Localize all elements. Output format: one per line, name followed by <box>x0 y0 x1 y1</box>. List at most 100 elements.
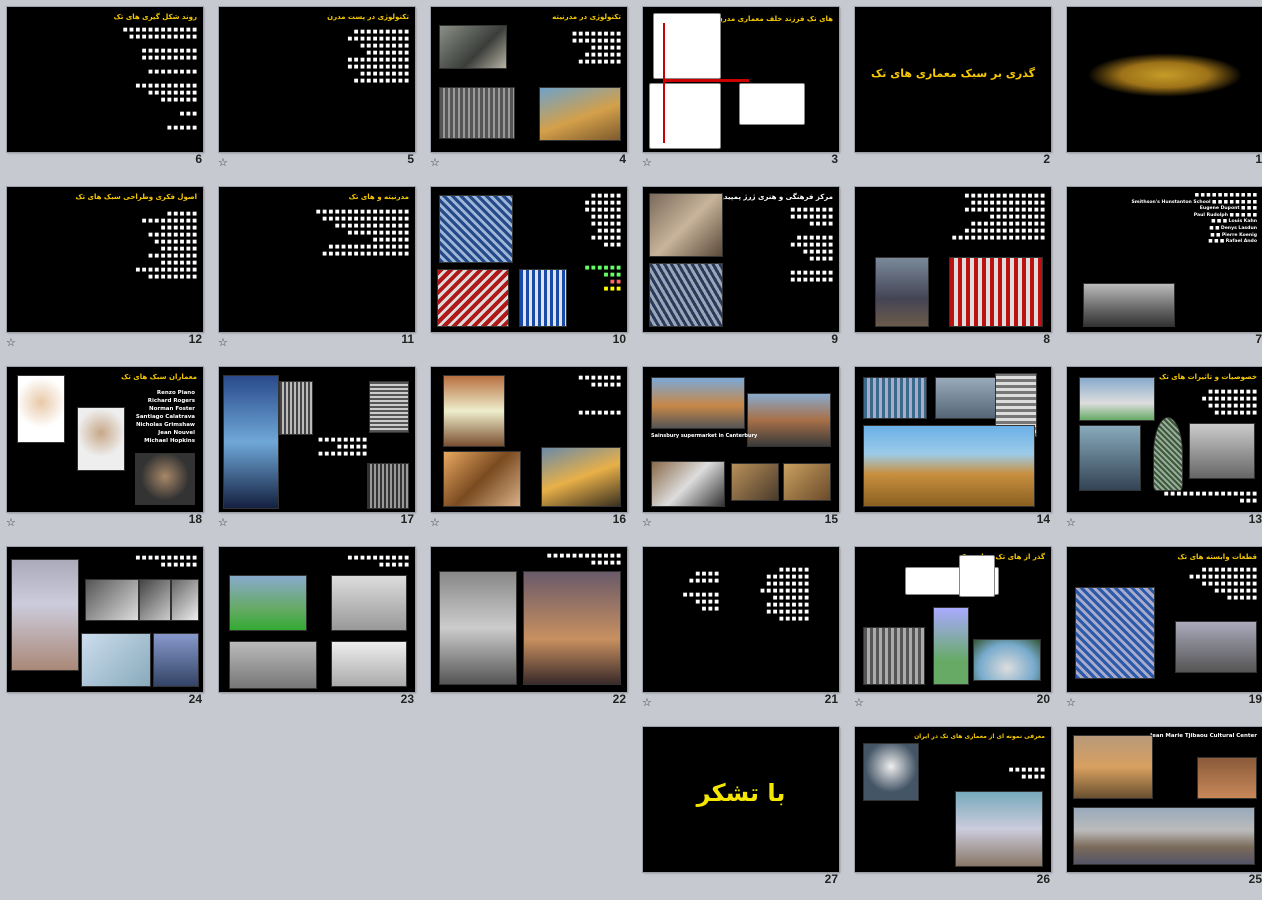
slide-cell-20[interactable]: گذر از های تک به لیت تک ☆ 20 <box>848 540 1060 720</box>
slide-cell-18[interactable]: معماران سبک های تک Renzo Piano Richard R… <box>0 360 212 540</box>
transition-star-icon[interactable]: ☆ <box>1066 516 1076 529</box>
slide-cell-2[interactable]: گذری بر سبک معماری های تک 2 <box>848 0 1060 180</box>
slide-cell-27[interactable]: با تشکر 27 <box>636 720 848 900</box>
slide-cell-4[interactable]: تکنولوژی در مدرنیته ■ ■ ■ ■ ■ ■ ■ ■ ■ ■ ■… <box>424 0 636 180</box>
slide-thumbnail[interactable]: تکنولوژی در مدرنیته ■ ■ ■ ■ ■ ■ ■ ■ ■ ■ ■… <box>431 7 627 152</box>
transition-star-icon[interactable]: ☆ <box>854 696 864 709</box>
slide-cell-10[interactable]: ■ ■ ■ ■ ■ ■ ■ ■ ■ ■ ■ ■ ■ ■ ■ ■ ■ ■ ■ ■ ■ ■… <box>424 180 636 360</box>
cultural-center-photo <box>1073 735 1153 799</box>
transition-star-icon[interactable]: ☆ <box>218 336 228 349</box>
slide-cell-14[interactable]: 14 <box>848 360 1060 540</box>
slide-cell-19[interactable]: قطعات وابسته های تک ■ ■ ■ ■ ■ ■ ■ ■ ■ ■ ■… <box>1060 540 1262 720</box>
gherkin-photo <box>1153 417 1183 491</box>
slide-cell-25[interactable]: Jean Marie Tjibaou Cultural Center 25 <box>1060 720 1262 900</box>
slide-title: مدرنیته و های تک <box>348 193 409 201</box>
transition-star-icon[interactable]: ☆ <box>642 696 652 709</box>
slide-thumbnail[interactable]: خصوصیات و تاثیرات های تک ■ ■ ■ ■ ■ ■ ■ ■… <box>1067 367 1262 512</box>
interior-photo <box>731 463 779 501</box>
slide-cell-24[interactable]: ■ ■ ■ ■ ■ ■ ■ ■ ■ ■ ■ ■ ■ ■ ■ ■ 24 <box>0 540 212 720</box>
diagram-arrow <box>663 79 749 82</box>
slide-number: 22 <box>612 692 626 706</box>
slide-thumbnail[interactable]: تکنولوژی در پست مدرن ■ ■ ■ ■ ■ ■ ■ ■ ■ ■ … <box>219 7 415 152</box>
slide-text: ■ ■ ■ ■ ■ ■ ■ ■ ■ ■ ■ ■ ■ ■ ■ ■ ■ ■ ■ <box>578 375 621 416</box>
tower-photo <box>955 791 1043 867</box>
slide-cell-22[interactable]: ■ ■ ■ ■ ■ ■ ■ ■ ■ ■ ■ ■ ■ ■ ■ ■ ■ 22 <box>424 540 636 720</box>
transition-star-icon[interactable]: ☆ <box>430 156 440 169</box>
transition-star-icon[interactable]: ☆ <box>1066 696 1076 709</box>
calligraphy-image <box>1087 53 1243 97</box>
slide-cell-6[interactable]: روند شکل گیری های تک ■ ■ ■ ■ ■ ■ ■ ■ ■ ■… <box>0 0 212 180</box>
slide-thumbnail[interactable]: معرفی نمونه ای از معماری های تک در ایران… <box>855 727 1051 872</box>
photo-caption: Sainsbury supermarket in Canterbury <box>651 433 758 439</box>
slide-thumbnail[interactable]: Sainsbury supermarket in Canterbury <box>643 367 839 512</box>
slide-thumbnail[interactable]: ■ ■ ■ ■ ■ ■ ■ ■ ■ ■ ■ ■ ■ ■ ■ ■ ■ ■ ■ <box>431 367 627 512</box>
slide-cell-17[interactable]: ■ ■ ■ ■ ■ ■ ■ ■ ■ ■ ■ ■ ■ ■ ■ ■ ■ ■ ■ ■ ■ … <box>212 360 424 540</box>
slide-thumbnail[interactable]: ■ ■ ■ ■ ■ ■ ■ ■ ■ ■ ■ ■ ■ ■ ■ ■ ■ <box>431 547 627 692</box>
transition-star-icon[interactable]: ☆ <box>430 516 440 529</box>
slide-number: 15 <box>824 512 838 526</box>
interior-photo <box>651 461 725 507</box>
interior-photo <box>443 451 521 507</box>
slide-number: 12 <box>188 332 202 346</box>
slide-cell-11[interactable]: مدرنیته و های تک ■ ■ ■ ■ ■ ■ ■ ■ ■ ■ ■ ■… <box>212 180 424 360</box>
slide-thumbnail[interactable] <box>1067 7 1262 152</box>
slide-number: 5 <box>407 152 414 166</box>
slide-thumbnail[interactable]: ■ ■ ■ ■ ■ ■ ■ ■ ■ ■ ■ ■ ■ ■ ■ ■ ■ ■ ■ ■ ■ ■… <box>431 187 627 332</box>
transition-star-icon[interactable]: ☆ <box>218 516 228 529</box>
cultural-center-photo <box>1073 807 1255 865</box>
transition-star-icon[interactable]: ☆ <box>6 516 16 529</box>
slide-thumbnail[interactable]: های تک فرزند خلف معماری مدرن <box>643 7 839 152</box>
slide-cell-7[interactable]: ■ ■ ■ ■ ■ ■ ■ ■ ■ ■ ■ ■ ■ ■ ■ ■ ■ ■ ■ Smi… <box>1060 180 1262 360</box>
slide-cell-9[interactable]: مرکز فرهنگی و هنری ژرژ پمپیدو ■ ■ ■ ■ ■ … <box>636 180 848 360</box>
slide-number: 13 <box>1248 512 1262 526</box>
slide-thumbnail[interactable]: ■ ■ ■ ■ ■ ■ ■ ■ ■ ■ ■ ■ ■ ■ ■ ■ <box>7 547 203 692</box>
slide-cell-5[interactable]: تکنولوژی در پست مدرن ■ ■ ■ ■ ■ ■ ■ ■ ■ ■ … <box>212 0 424 180</box>
structure-photo <box>1175 621 1257 673</box>
drawing-photo <box>331 641 407 687</box>
slide-thumbnail[interactable]: ■ ■ ■ ■ ■ ■ ■ ■ ■ ■ ■ ■ ■ ■ ■ ■ ■ ■ ■ ■ ■ ■… <box>643 547 839 692</box>
slide-thumbnail[interactable] <box>855 367 1051 512</box>
slide-thumbnail[interactable]: ■ ■ ■ ■ ■ ■ ■ ■ ■ ■ ■ ■ ■ ■ ■ ■ ■ ■ ■ ■ ■ <box>219 367 415 512</box>
slide-cell-12[interactable]: اصول فکری وطراحی سبک های تک ■ ■ ■ ■ ■ ■ ■… <box>0 180 212 360</box>
slide-thumbnail[interactable]: روند شکل گیری های تک ■ ■ ■ ■ ■ ■ ■ ■ ■ ■… <box>7 7 203 152</box>
tower-photo <box>439 571 517 685</box>
slide-thumbnail[interactable]: گذری بر سبک معماری های تک <box>855 7 1051 152</box>
transition-star-icon[interactable]: ☆ <box>218 156 228 169</box>
slide-thumbnail[interactable]: Jean Marie Tjibaou Cultural Center <box>1067 727 1262 872</box>
slide-thumbnail[interactable]: با تشکر <box>643 727 839 872</box>
slide-cell-16[interactable]: ■ ■ ■ ■ ■ ■ ■ ■ ■ ■ ■ ■ ■ ■ ■ ■ ■ ■ ■ ☆ 16 <box>424 360 636 540</box>
structure-photo <box>229 575 307 631</box>
slide-cell-23[interactable]: ■ ■ ■ ■ ■ ■ ■ ■ ■ ■ ■ ■ ■ ■ ■ 23 <box>212 540 424 720</box>
transition-star-icon[interactable]: ☆ <box>642 156 652 169</box>
pompidou-photo <box>519 269 567 327</box>
transition-star-icon[interactable]: ☆ <box>642 516 652 529</box>
slide-cell-3[interactable]: های تک فرزند خلف معماری مدرن ☆ 3 <box>636 0 848 180</box>
slide-thumbnail[interactable]: ■ ■ ■ ■ ■ ■ ■ ■ ■ ■ ■ ■ ■ ■ ■ <box>219 547 415 692</box>
slide-cell-15[interactable]: Sainsbury supermarket in Canterbury ☆ 15 <box>636 360 848 540</box>
slide-thumbnail[interactable]: ■ ■ ■ ■ ■ ■ ■ ■ ■ ■ ■ ■ ■ ■ ■ ■ ■ ■ ■ ■ ■… <box>855 187 1051 332</box>
slide-thumbnail[interactable]: اصول فکری وطراحی سبک های تک ■ ■ ■ ■ ■ ■ ■… <box>7 187 203 332</box>
slide-thumbnail[interactable]: ■ ■ ■ ■ ■ ■ ■ ■ ■ ■ ■ ■ ■ ■ ■ ■ ■ ■ ■ Smi… <box>1067 187 1262 332</box>
slide-thumbnail[interactable]: گذر از های تک به لیت تک <box>855 547 1051 692</box>
slide-text: ■ ■ ■ ■ ■ ■ ■ ■ ■ ■ ■ ■ ■ ■ ■ ■ ■ ■ ■ ■ ■ ■… <box>760 567 809 622</box>
slide-cell-13[interactable]: خصوصیات و تاثیرات های تک ■ ■ ■ ■ ■ ■ ■ ■… <box>1060 360 1262 540</box>
slide-thumbnail[interactable]: مرکز فرهنگی و هنری ژرژ پمپیدو ■ ■ ■ ■ ■ … <box>643 187 839 332</box>
slide-thumbnail[interactable]: مدرنیته و های تک ■ ■ ■ ■ ■ ■ ■ ■ ■ ■ ■ ■… <box>219 187 415 332</box>
slide-cell-21[interactable]: ■ ■ ■ ■ ■ ■ ■ ■ ■ ■ ■ ■ ■ ■ ■ ■ ■ ■ ■ ■ ■ ■… <box>636 540 848 720</box>
slide-cell-8[interactable]: ■ ■ ■ ■ ■ ■ ■ ■ ■ ■ ■ ■ ■ ■ ■ ■ ■ ■ ■ ■ ■… <box>848 180 1060 360</box>
slide-number: 21 <box>824 692 838 706</box>
slide-thumbnail[interactable]: معماران سبک های تک Renzo Piano Richard R… <box>7 367 203 512</box>
architect-portrait <box>77 407 125 471</box>
pompidou-photo <box>437 269 509 327</box>
slide-thumbnail[interactable]: قطعات وابسته های تک ■ ■ ■ ■ ■ ■ ■ ■ ■ ■ ■… <box>1067 547 1262 692</box>
interior-photo <box>443 375 505 447</box>
slide-cell-26[interactable]: معرفی نمونه ای از معماری های تک در ایران… <box>848 720 1060 900</box>
transition-star-icon[interactable]: ☆ <box>6 336 16 349</box>
supermarket-photo <box>747 393 831 447</box>
architect-name: Eugene Dupont <box>1199 206 1240 212</box>
interior-photo <box>783 463 831 501</box>
slide-cell-1[interactable]: 1 <box>1060 0 1262 180</box>
architect-portrait <box>17 375 65 443</box>
architect-name: Nicholas Grimshaw <box>135 422 195 428</box>
cultural-center-photo <box>1197 757 1257 799</box>
